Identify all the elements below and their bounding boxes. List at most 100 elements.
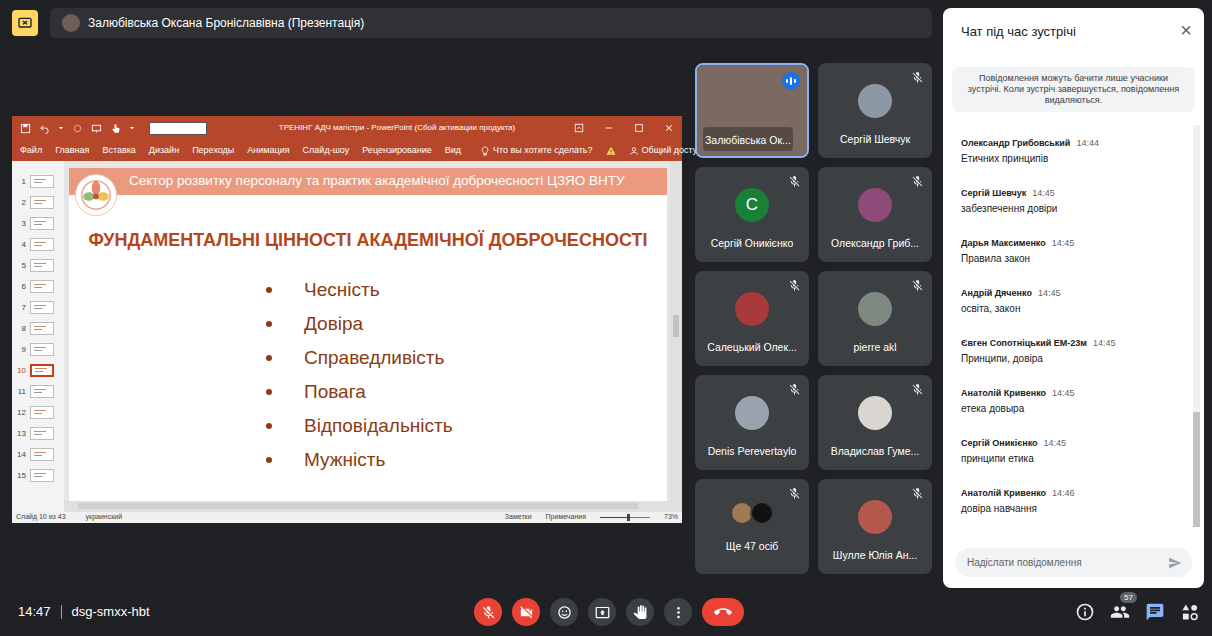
vertical-scrollbar[interactable] xyxy=(670,161,682,500)
slide-thumbnail[interactable] xyxy=(30,280,54,293)
slide-thumbnail-row[interactable]: 15 xyxy=(12,465,64,486)
slideshow-icon[interactable] xyxy=(91,123,102,134)
zoom-slider[interactable] xyxy=(600,517,650,518)
slide-thumbnail[interactable] xyxy=(30,175,54,188)
chat-scrollbar[interactable] xyxy=(1193,125,1200,527)
message-sender: Сергій Шевчук xyxy=(961,187,1026,199)
status-button[interactable]: Заметки xyxy=(505,513,532,521)
undo-icon[interactable] xyxy=(39,123,50,134)
ribbon-tab[interactable]: Переходы xyxy=(192,144,234,158)
bottom-bar: 14:47dsg-smxx-hbt57 xyxy=(0,588,1212,636)
ribbon-tab[interactable]: Файл xyxy=(20,144,42,158)
slide-thumbnail-row[interactable]: 14 xyxy=(12,444,64,465)
present-button[interactable] xyxy=(588,598,616,626)
ribbon-tab[interactable]: Анимация xyxy=(247,144,289,158)
participant-tile[interactable]: Владислав Гуме... xyxy=(818,375,932,470)
slide-thumbnail-row[interactable]: 8 xyxy=(12,318,64,339)
ribbon-tab[interactable]: Слайд-шоу xyxy=(303,144,350,158)
slide-thumbnail-row[interactable]: 7 xyxy=(12,297,64,318)
minimize-icon[interactable] xyxy=(604,123,614,133)
participant-tile[interactable]: Denis Perevertaylo xyxy=(695,375,809,470)
slide-thumbnail[interactable] xyxy=(30,238,54,251)
status-button[interactable]: Примечания xyxy=(546,513,586,521)
raise-hand-button[interactable] xyxy=(626,598,654,626)
ribbon-tab[interactable]: Вид xyxy=(445,144,461,158)
ribbon-tab[interactable]: Главная xyxy=(55,144,89,158)
slide-thumbnail[interactable] xyxy=(30,427,54,440)
slide-thumbnail-row[interactable]: 2 xyxy=(12,192,64,213)
tell-me-search[interactable]: Что вы хотите сделать? xyxy=(480,144,593,158)
close-icon[interactable] xyxy=(664,123,674,133)
slide-thumbnail-row[interactable]: 10 xyxy=(12,360,64,381)
dropdown-icon[interactable] xyxy=(129,125,135,131)
slide-number: 11 xyxy=(15,387,26,396)
message-sender: Анатолій Кривенко xyxy=(961,487,1046,499)
send-icon[interactable] xyxy=(1168,556,1182,570)
message-field[interactable] xyxy=(967,555,1168,570)
people-button[interactable]: 57 xyxy=(1110,602,1130,622)
search-label[interactable]: Что вы хотите сделать? xyxy=(493,144,593,158)
participant-tile[interactable]: pierre akl xyxy=(818,271,932,366)
scroll-thumb[interactable] xyxy=(78,503,638,509)
slide-thumbnail[interactable] xyxy=(30,343,54,356)
slide-thumbnail[interactable] xyxy=(30,217,54,230)
slide-thumbnail-row[interactable]: 11 xyxy=(12,381,64,402)
reactions-button[interactable] xyxy=(550,598,578,626)
participant-tile[interactable]: Ще 47 осіб xyxy=(695,479,809,574)
horizontal-scrollbar[interactable] xyxy=(64,500,682,512)
slide-thumbnail[interactable] xyxy=(30,406,54,419)
scroll-thumb[interactable] xyxy=(673,315,679,337)
dropdown-icon[interactable] xyxy=(58,125,64,131)
save-icon[interactable] xyxy=(20,123,31,134)
ribbon-tab[interactable]: Вставка xyxy=(102,144,135,158)
slide-thumbnail-row[interactable]: 3 xyxy=(12,213,64,234)
slide-thumbnail[interactable] xyxy=(30,385,54,398)
ribbon-options-icon[interactable] xyxy=(574,123,584,133)
slide-thumbnail[interactable] xyxy=(30,364,54,377)
slide-thumbnail-row[interactable]: 13 xyxy=(12,423,64,444)
touch-icon[interactable] xyxy=(110,123,121,134)
participant-tile[interactable]: Шулле Юлія Ан... xyxy=(818,479,932,574)
message-sender: Анатолій Кривенко xyxy=(961,387,1046,399)
slide-thumbnail[interactable] xyxy=(30,301,54,314)
slide-thumbnail-row[interactable]: 1 xyxy=(12,171,64,192)
chat-panel: Чат під час зустрічі×Повідомлення можуть… xyxy=(943,8,1204,588)
participant-tile[interactable]: Олександр Гриб... xyxy=(818,167,932,262)
ribbon-tab[interactable]: Рецензирование xyxy=(362,144,432,158)
mic-button[interactable] xyxy=(474,598,502,626)
zoom-slider-thumb[interactable] xyxy=(627,514,630,521)
maximize-icon[interactable] xyxy=(634,123,644,133)
participant-tile[interactable]: Салецький Олек... xyxy=(695,271,809,366)
more-options-button[interactable] xyxy=(664,598,692,626)
participant-tile[interactable]: Залюбівська Ок... xyxy=(695,63,809,158)
scroll-thumb[interactable] xyxy=(1193,412,1200,527)
slide-thumbnail[interactable] xyxy=(30,259,54,272)
slide-thumbnail[interactable] xyxy=(30,322,54,335)
slide-thumbnail-row[interactable]: 12 xyxy=(12,402,64,423)
info-icon[interactable] xyxy=(1075,602,1095,622)
leave-call-button[interactable] xyxy=(702,598,744,626)
presenter-name: Залюбівська Оксана Броніславівна (Презен… xyxy=(88,14,364,32)
bullet-text: Мужність xyxy=(304,448,385,472)
camera-button[interactable] xyxy=(512,598,540,626)
participant-tile[interactable]: ССергій Оникієнко xyxy=(695,167,809,262)
activities-icon[interactable] xyxy=(1180,602,1200,622)
redo-icon[interactable] xyxy=(72,123,83,134)
slide-thumbnail-row[interactable]: 9 xyxy=(12,339,64,360)
ribbon-tab[interactable]: Дизайн xyxy=(149,144,179,158)
slide-thumbnail[interactable] xyxy=(30,448,54,461)
chat-button[interactable] xyxy=(1145,602,1165,622)
participant-tile[interactable]: Сергій Шевчук xyxy=(818,63,932,158)
slide-thumbnail-row[interactable]: 6 xyxy=(12,276,64,297)
share-button[interactable]: Общий доступ xyxy=(629,144,702,158)
slide-thumbnail[interactable] xyxy=(30,469,54,482)
slide-thumbnail-row[interactable]: 5 xyxy=(12,255,64,276)
zoom-level[interactable]: 73% xyxy=(664,513,678,521)
mic-off-icon xyxy=(788,383,801,396)
slide-thumbnail-row[interactable]: 4 xyxy=(12,234,64,255)
lightbulb-icon xyxy=(480,146,490,156)
share-label[interactable]: Общий доступ xyxy=(642,144,702,158)
slide-thumbnail[interactable] xyxy=(30,196,54,209)
close-button[interactable]: × xyxy=(1180,19,1192,41)
presenter-avatar xyxy=(62,14,80,32)
